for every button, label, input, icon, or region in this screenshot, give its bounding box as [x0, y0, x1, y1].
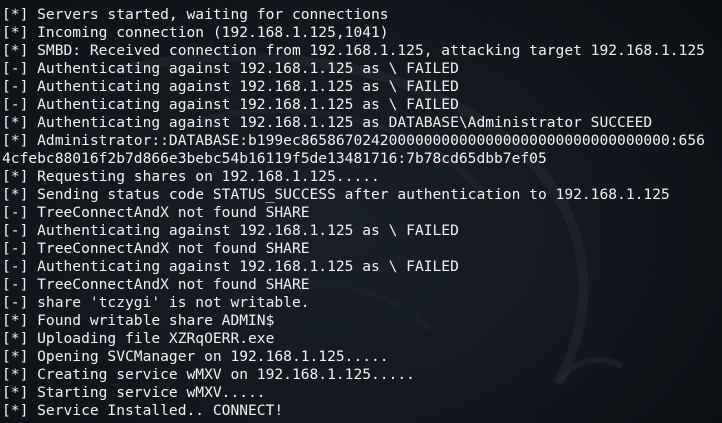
terminal-line: [*] Starting service wMXV.....: [2, 384, 266, 401]
terminal-line: [*] SMBD: Received connection from 192.1…: [2, 42, 705, 59]
terminal-line: [-] TreeConnectAndX not found SHARE: [2, 204, 310, 221]
terminal-line: [*] Uploading file XZRqOERR.exe: [2, 330, 275, 347]
terminal-line: [*] Service Installed.. CONNECT!: [2, 402, 284, 419]
terminal-window[interactable]: [*] Servers started, waiting for connect…: [0, 0, 722, 423]
terminal-line: [-] share 'tczygi' is not writable.: [2, 294, 310, 311]
terminal-line: [*] Sending status code STATUS_SUCCESS a…: [2, 186, 670, 203]
terminal-line: [*] Incoming connection (192.168.1.125,1…: [2, 24, 389, 41]
terminal-line: [*] Authenticating against 192.168.1.125…: [2, 114, 653, 131]
terminal-line: [-] Authenticating against 192.168.1.125…: [2, 222, 459, 239]
terminal-line: [*] Creating service wMXV on 192.168.1.1…: [2, 366, 415, 383]
terminal-line: [-] Authenticating against 192.168.1.125…: [2, 60, 459, 77]
terminal-line: [*] Administrator::DATABASE:b199ec865867…: [2, 132, 705, 149]
terminal-line: [-] Authenticating against 192.168.1.125…: [2, 96, 459, 113]
terminal-line: [*] Opening SVCManager on 192.168.1.125.…: [2, 348, 389, 365]
terminal-line: [-] TreeConnectAndX not found SHARE: [2, 240, 310, 257]
terminal-output: [*] Servers started, waiting for connect…: [2, 6, 705, 420]
terminal-line: [*] Servers started, waiting for connect…: [2, 6, 389, 23]
terminal-line: [-] Authenticating against 192.168.1.125…: [2, 258, 459, 275]
terminal-line: [-] Authenticating against 192.168.1.125…: [2, 78, 459, 95]
terminal-line: [-] TreeConnectAndX not found SHARE: [2, 276, 310, 293]
terminal-line: [*] Requesting shares on 192.168.1.125..…: [2, 168, 380, 185]
terminal-line: [*] Found writable share ADMIN$: [2, 312, 275, 329]
terminal-line: 4cfebc88016f2b7d866e3bebc54b16119f5de134…: [2, 150, 547, 167]
